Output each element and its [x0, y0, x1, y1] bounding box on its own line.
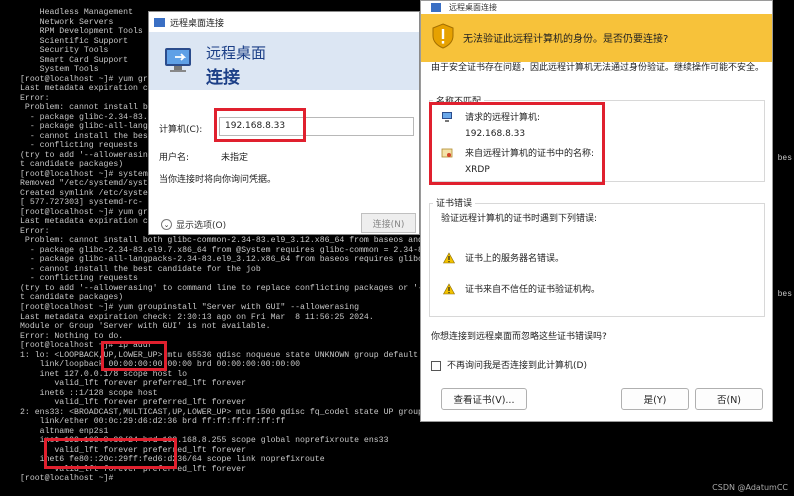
dialog1-titlebar[interactable]: 远程桌面连接 — [149, 12, 419, 32]
certificate-warning-dialog: 远程桌面连接 无法验证此远程计算机的身份。是否仍要连接? 由于安全证书存在问题，… — [420, 0, 773, 422]
intro-text: 由于安全证书存在问题，因此远程计算机无法通过身份验证。继续操作可能不安全。 — [431, 63, 765, 73]
highlight-inet-address — [44, 438, 177, 469]
terminal-side-label: bes — [777, 154, 792, 163]
banner-title-line2: 连接 — [206, 68, 240, 88]
banner-title-line1: 远程桌面 — [206, 44, 267, 62]
connect-button[interactable]: 连接(N) — [361, 213, 416, 233]
question-text: 你想连接到远程桌面而忽略这些证书错误吗? — [431, 332, 607, 342]
warning-triangle-icon — [443, 283, 455, 295]
warning-header-text: 无法验证此远程计算机的身份。是否仍要连接? — [463, 34, 669, 45]
yes-button[interactable]: 是(Y) — [621, 388, 689, 410]
cert-errors-title: 证书错误 — [433, 196, 476, 209]
dont-ask-checkbox[interactable] — [431, 361, 441, 371]
rdp-small-icon — [154, 17, 165, 27]
terminal-side-label: bes — [777, 290, 792, 299]
watermark-text: CSDN @AdatumCC — [712, 483, 788, 492]
warning-header: 无法验证此远程计算机的身份。是否仍要连接? — [421, 14, 772, 62]
dialog1-title: 远程桌面连接 — [170, 18, 225, 29]
dialog1-banner: 远程桌面 连接 — [149, 32, 419, 90]
computer-label: 计算机(C): — [159, 125, 203, 135]
no-button[interactable]: 否(N) — [695, 388, 763, 410]
dont-ask-label[interactable]: 不再询问我是否连接到此计算机(D) — [447, 359, 587, 373]
warning-shield-icon — [432, 23, 454, 49]
show-options-label: 显示选项(O) — [176, 221, 227, 231]
cert-errors-intro: 验证远程计算机的证书时遇到下列错误: — [441, 214, 598, 224]
highlight-computer-ip — [214, 108, 306, 142]
terminal-line: altname enp2s1 — [20, 426, 109, 436]
terminal-line: [root@localhost ~]# — [20, 474, 114, 484]
dialog2-titlebar[interactable]: 远程桌面连接 — [421, 1, 772, 14]
highlight-ip-addr-command — [101, 341, 167, 371]
show-options-toggle[interactable]: ⌄ 显示选项(O) — [161, 218, 226, 231]
view-certificate-button[interactable]: 查看证书(V)... — [441, 388, 527, 410]
highlight-name-mismatch — [429, 102, 605, 185]
username-label: 用户名: — [159, 153, 190, 163]
remote-desktop-connection-dialog: 远程桌面连接 远程桌面 连接 计算机(C): 192.168.8.33 用户名:… — [148, 11, 420, 235]
dialog2-title: 远程桌面连接 — [449, 3, 497, 12]
warning-triangle-icon — [443, 252, 455, 264]
credentials-note: 当你连接时将向你询问凭据。 — [159, 175, 277, 185]
chevron-down-icon: ⌄ — [161, 219, 172, 230]
error-item-1: 证书上的服务器名错误。 — [465, 254, 565, 264]
rdp-small-icon — [431, 3, 441, 12]
rdp-computer-icon — [165, 48, 191, 72]
username-value: 未指定 — [221, 153, 249, 163]
error-item-2: 证书来自不信任的证书验证机构。 — [465, 285, 601, 295]
